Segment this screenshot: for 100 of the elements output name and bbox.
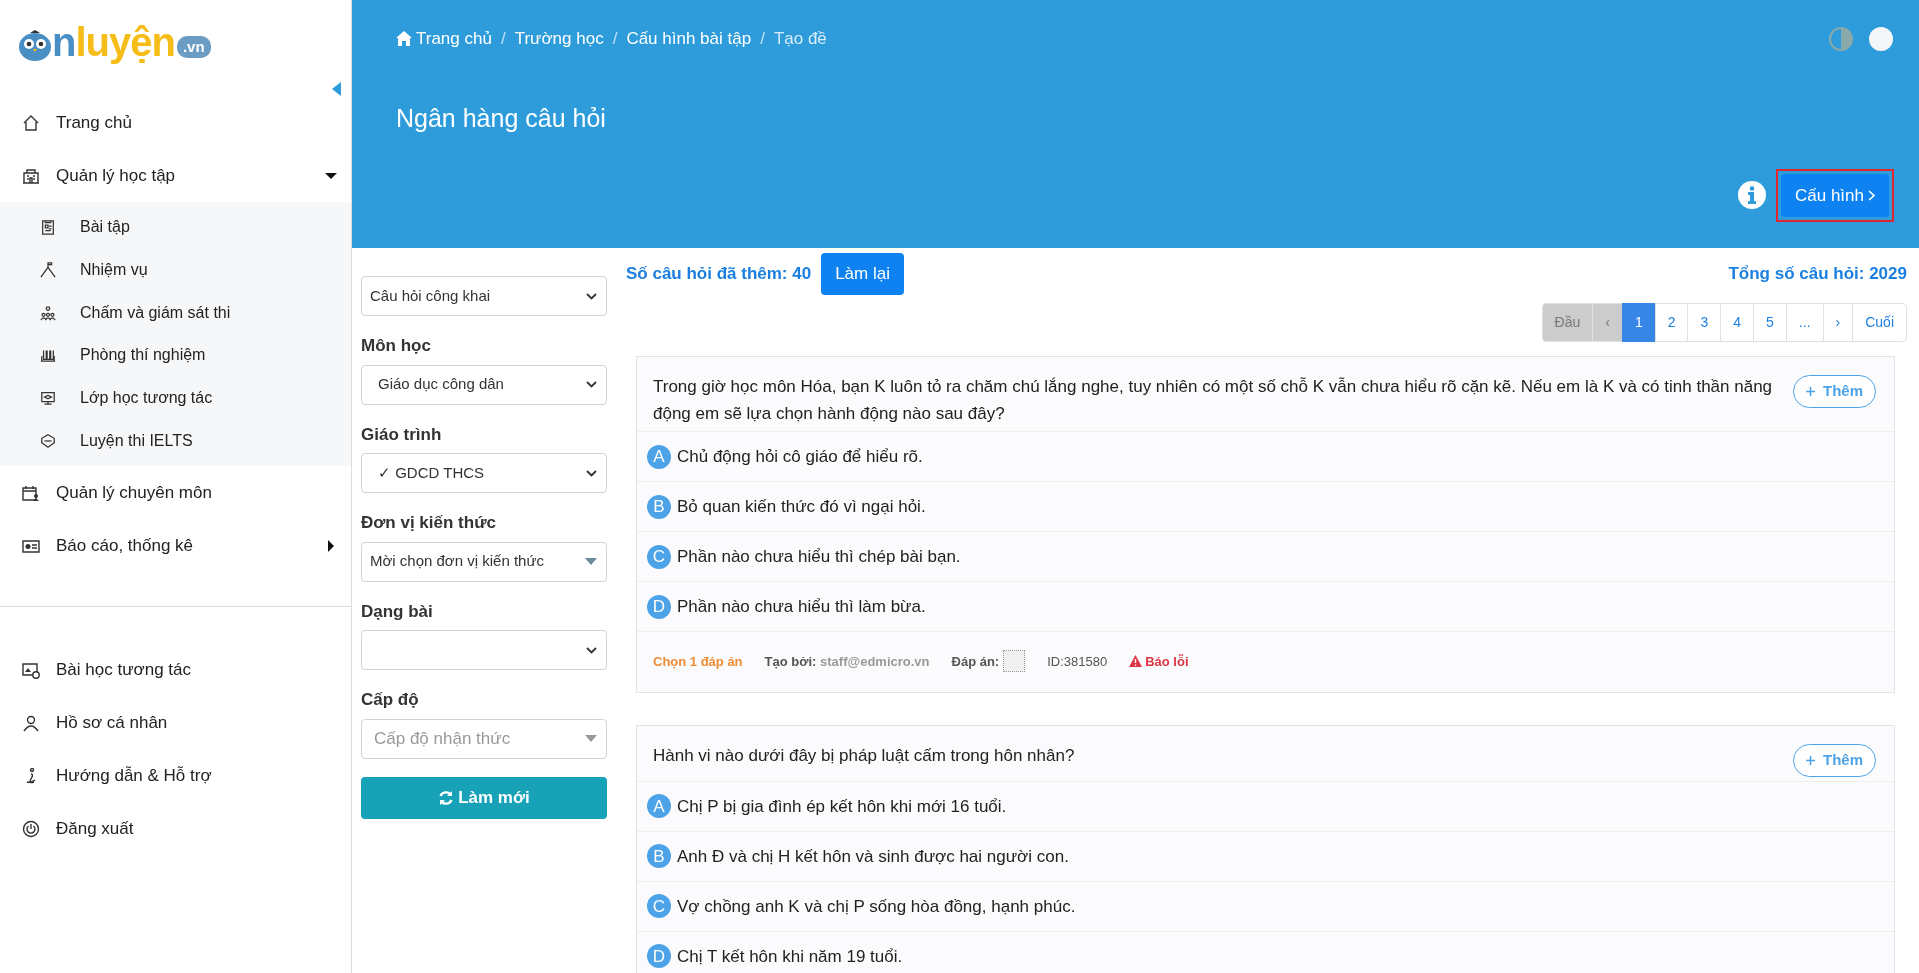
dropdown-triangle-icon [585,558,597,565]
select-field[interactable]: Câu hỏi công khai [361,276,607,316]
refresh-icon [438,789,455,806]
info-icon[interactable] [1738,181,1766,210]
avatar-icon[interactable] [1869,26,1893,51]
option-letter: D [647,594,671,619]
flag-mountain-icon [40,262,56,279]
sidebar-item[interactable]: Quản lý học tập [0,149,351,202]
dropdown-triangle-icon [585,735,597,742]
added-count: Số câu hỏi đã thêm: 40 [626,263,812,286]
breadcrumb-link[interactable]: Cấu hình bài tập [626,26,752,52]
option-text: Anh Đ và chị H kết hôn và sinh được hai người con. [677,845,1069,868]
building-icon [22,166,40,185]
home-icon [396,31,412,47]
logo-text: n [52,22,76,62]
option-text: Chị T kết hôn khi năm 19 tuổi. [677,945,903,968]
page-link[interactable]: Cuối [1852,303,1907,342]
select-field[interactable] [361,630,607,670]
chevron-down-icon [586,469,597,477]
breadcrumb-separator: / [612,28,618,50]
plus-icon [1806,756,1815,766]
combo-box[interactable]: Cấp độ nhận thức [361,718,607,759]
owl-logo-icon [18,28,52,62]
option-letter: D [647,944,671,969]
select-field[interactable]: ✓ GDCD THCS [361,453,607,493]
sidebar-item[interactable]: Hồ sơ cá nhân [0,696,351,750]
report-link[interactable]: Báo lỗi [1129,651,1189,672]
question-text: Hành vi nào dưới đây bị pháp luật cấm trong hôn nhân? [653,745,1076,768]
option-text: Vợ chồng anh K và chị P sống hòa đồng, hạnh phúc. [677,895,1076,918]
field-label: Cấp độ [361,689,420,711]
page-link[interactable]: ... [1785,303,1824,342]
user-icon [22,713,40,732]
breadcrumb-link[interactable]: Tạo đề [773,26,827,52]
question-type: Chọn 1 đáp án [653,652,743,671]
collapse-arrow-icon[interactable] [332,82,341,96]
option-text: Chủ động hỏi cô giáo để hiểu rõ. [677,446,923,469]
sidebar-subitem[interactable]: Phòng thí nghiệm [0,334,351,377]
plus-icon [1806,386,1815,396]
shield-icon [40,432,56,449]
home-icon [22,113,40,132]
breadcrumb-link[interactable]: Trang chủ [396,26,492,52]
sidebar-subitem[interactable]: Lớp học tương tác [0,376,351,420]
field-label: Dạng bài [361,600,434,623]
sidebar-item[interactable]: Hướng dẫn & Hỗ trợ [0,749,351,803]
chevron-right-icon [1868,189,1875,201]
select-field[interactable]: Giáo dục công dân [361,364,607,405]
page-link[interactable]: 3 [1687,303,1722,342]
page-title: Ngân hàng câu hỏi [396,102,607,134]
field-label: Môn học [361,335,432,357]
question-id: ID:381580 [1047,652,1108,671]
calendar-person-icon [22,483,40,502]
total-count: Tổng số câu hỏi: 2029 [1728,263,1907,286]
option-text: Phần nào chưa hiểu thì làm bừa. [677,596,926,619]
caret-icon [325,539,337,552]
answer-label: Đáp án: [951,652,1000,671]
option-letter: B [647,844,671,869]
clipboard-icon [40,219,56,236]
screen-media-icon [22,660,40,679]
combo-box[interactable]: Mời chọn đơn vị kiến thức [361,541,607,582]
refresh-button[interactable]: Làm mới [361,776,607,819]
breadcrumb-link[interactable]: Trường học [514,26,604,52]
sidebar-item[interactable]: Báo cáo, thống kê [0,519,351,573]
sidebar-item[interactable]: Bài học tương tác [0,643,351,697]
answer-image-placeholder [1003,650,1026,673]
people-icon [40,304,56,321]
monitor-icon [40,390,56,407]
option-text: Phần nào chưa hiểu thì chép bài bạn. [677,546,961,569]
add-button[interactable]: Thêm [1793,744,1876,777]
chevron-down-icon [586,646,597,654]
sidebar-item[interactable]: Quản lý chuyên môn [0,466,351,520]
reset-button[interactable]: Làm lại [821,253,904,295]
theme-toggle-icon[interactable] [1829,26,1853,51]
page-link[interactable]: 1 [1621,303,1656,342]
sidebar-item[interactable]: Trang chủ [0,96,351,149]
sidebar-item[interactable]: Đăng xuất [0,802,351,856]
logo-text: luyện [75,22,175,62]
sidebar-subitem[interactable]: Nhiệm vụ [0,248,351,292]
sidebar-subitem[interactable]: Chấm và giám sát thi [0,291,351,335]
warning-icon [1129,655,1143,668]
option-letter: C [647,894,671,919]
sidebar-subitem[interactable]: Bài tập [0,206,351,249]
sidebar-subitem[interactable]: Luyện thi IELTS [0,419,351,463]
add-button[interactable]: Thêm [1793,375,1876,408]
author-email: staff@edmicro.vn [820,653,930,669]
option-letter: C [647,544,671,569]
chevron-down-icon [586,381,597,388]
field-label: Giáo trình [361,423,443,446]
option-letter: A [647,794,671,819]
page-link[interactable]: 4 [1720,303,1755,342]
page-link[interactable]: 2 [1654,303,1689,342]
breadcrumb-separator: / [760,28,765,50]
field-label: Đơn vị kiến thức [361,512,497,534]
chevron-down-icon [586,292,597,300]
option-text: Chị P bị gia đình ép kết hôn khi mới 16 tuổi. [677,795,1007,818]
option-text: Bỏ quan kiến thức đó vì ngại hỏi. [677,496,926,519]
power-icon [22,819,40,838]
logo-domain-badge: .vn [176,35,211,58]
config-button[interactable]: Cấu hình [1781,173,1889,217]
page-link[interactable]: 5 [1753,303,1787,342]
author-label: Tạo bởi: [764,653,817,669]
